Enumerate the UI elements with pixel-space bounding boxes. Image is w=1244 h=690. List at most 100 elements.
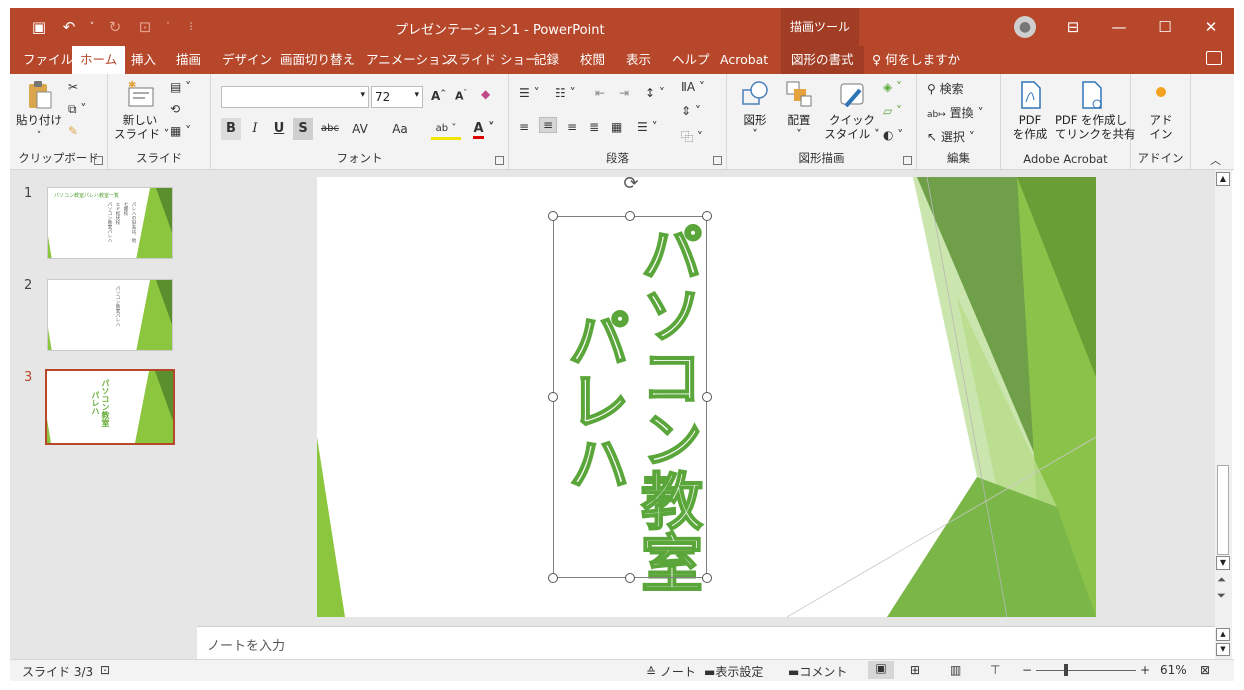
resize-handle[interactable] bbox=[625, 573, 635, 583]
select-button[interactable]: ↖ 選択 ˅ bbox=[927, 128, 975, 145]
clipboard-launcher-icon[interactable] bbox=[94, 156, 103, 165]
scroll-up-icon[interactable]: ▲ bbox=[1216, 172, 1230, 186]
slide-sorter-view-icon[interactable]: ⊞ bbox=[910, 663, 920, 677]
tab-record[interactable]: 記録 bbox=[534, 46, 559, 74]
tab-view[interactable]: 表示 bbox=[626, 46, 651, 74]
account-avatar-icon[interactable]: ● bbox=[1014, 16, 1036, 38]
drawing-launcher-icon[interactable] bbox=[903, 156, 912, 165]
shape-fill-icon[interactable]: ◈ ˅ bbox=[883, 80, 902, 94]
save-icon[interactable]: ▣ bbox=[28, 17, 50, 37]
notes-toggle-button[interactable]: ≙ ノート bbox=[646, 663, 696, 680]
tab-review[interactable]: 校閲 bbox=[580, 46, 605, 74]
zoom-in-icon[interactable]: + bbox=[1140, 663, 1150, 677]
accessibility-icon[interactable]: ⊡ bbox=[100, 663, 110, 677]
close-icon[interactable]: ✕ bbox=[1188, 8, 1234, 46]
paste-button[interactable]: 貼り付け ˅ bbox=[16, 80, 62, 143]
resize-handle[interactable] bbox=[702, 392, 712, 402]
qat-dropdown-icon[interactable]: ˅ bbox=[164, 17, 172, 37]
tab-draw[interactable]: 描画 bbox=[176, 46, 201, 74]
smartart-icon[interactable]: ⿻ ˅ bbox=[681, 128, 703, 145]
zoom-slider[interactable] bbox=[1036, 670, 1136, 671]
previous-slide-icon[interactable]: ⏶ bbox=[1217, 573, 1226, 587]
cut-icon[interactable]: ✂ bbox=[68, 80, 78, 94]
fit-to-window-icon[interactable]: ⊠ bbox=[1200, 663, 1210, 677]
slide-thumbnail[interactable]: パソコン教室パレハ教室一覧 パソコン教室パレハ エド松伏校 七郷校 パレハの旧名… bbox=[47, 187, 173, 259]
notes-scroll-up-icon[interactable]: ▲ bbox=[1216, 628, 1230, 641]
quick-styles-button[interactable]: クイック スタイル ˅ bbox=[823, 80, 881, 141]
font-name-dropdown-icon[interactable]: ▾ bbox=[360, 90, 365, 100]
bullets-icon[interactable]: ☰ ˅ bbox=[519, 86, 540, 100]
notes-pane[interactable]: ノートを入力 bbox=[197, 626, 1215, 659]
undo-dropdown-icon[interactable]: ˅ bbox=[88, 17, 96, 37]
italic-button[interactable]: I bbox=[245, 118, 265, 140]
tab-animations[interactable]: アニメーション bbox=[366, 46, 453, 74]
align-right-icon[interactable]: ≡ bbox=[567, 120, 577, 134]
bold-button[interactable]: B bbox=[221, 118, 241, 140]
minimize-icon[interactable]: — bbox=[1096, 8, 1142, 46]
layout-icon[interactable]: ▤ ˅ bbox=[170, 80, 191, 94]
font-size-combobox[interactable]: 72 ▾ bbox=[371, 86, 423, 108]
numbering-icon[interactable]: ☷ ˅ bbox=[555, 86, 576, 100]
distributed-icon[interactable]: ▦ bbox=[611, 120, 622, 134]
replace-button[interactable]: ab↦ 置換 ˅ bbox=[927, 104, 983, 121]
character-spacing-button[interactable]: AV bbox=[347, 118, 373, 140]
line-spacing-icon[interactable]: ↕ ˅ bbox=[645, 86, 665, 100]
grow-font-icon[interactable]: A^ bbox=[431, 89, 446, 103]
ribbon-display-options-icon[interactable]: ⊟ bbox=[1050, 8, 1096, 46]
customize-qat-icon[interactable]: ⫶ bbox=[180, 17, 202, 37]
maximize-icon[interactable]: ☐ bbox=[1142, 8, 1188, 46]
slide-thumbnail-selected[interactable]: パソコン教室 パレハ bbox=[45, 369, 175, 445]
font-color-icon[interactable]: A ˅ bbox=[467, 118, 501, 140]
reading-view-icon[interactable]: ▥ bbox=[950, 663, 961, 677]
resize-handle[interactable] bbox=[702, 573, 712, 583]
notes-scrollbar[interactable]: ▲ ▼ bbox=[1215, 626, 1232, 659]
addins-button[interactable]: アド イン bbox=[1139, 80, 1183, 141]
zoom-slider-thumb[interactable] bbox=[1064, 664, 1068, 676]
comments-icon[interactable] bbox=[1206, 51, 1222, 65]
resize-handle[interactable] bbox=[548, 573, 558, 583]
next-slide-icon[interactable]: ⏷ bbox=[1217, 589, 1226, 603]
vertical-scrollbar[interactable]: ▲ ▼ ⏶ ⏷ bbox=[1215, 170, 1232, 626]
font-name-combobox[interactable]: ▾ bbox=[221, 86, 369, 108]
tab-shape-format[interactable]: 図形の書式 bbox=[781, 46, 864, 74]
zoom-out-icon[interactable]: − bbox=[1022, 663, 1032, 677]
resize-handle[interactable] bbox=[548, 211, 558, 221]
copy-icon[interactable]: ⧉ ˅ bbox=[68, 102, 86, 117]
create-pdf-share-button[interactable]: PDF を作成し てリンクを共有 bbox=[1055, 80, 1136, 141]
tab-acrobat[interactable]: Acrobat bbox=[720, 46, 768, 74]
scroll-down-icon[interactable]: ▼ bbox=[1216, 556, 1230, 570]
scroll-thumb[interactable] bbox=[1217, 465, 1229, 555]
align-left-icon[interactable]: ≡ bbox=[519, 120, 529, 134]
increase-indent-icon[interactable]: ⇥ bbox=[619, 86, 629, 100]
underline-button[interactable]: U bbox=[269, 118, 289, 140]
font-launcher-icon[interactable] bbox=[495, 156, 504, 165]
columns-icon[interactable]: ☰ ˅ bbox=[637, 120, 658, 134]
justify-icon[interactable]: ≣ bbox=[589, 120, 599, 134]
resize-handle[interactable] bbox=[625, 211, 635, 221]
resize-handle[interactable] bbox=[548, 392, 558, 402]
format-painter-icon[interactable]: ✎ bbox=[68, 124, 78, 138]
tell-me-search[interactable]: ♀ 何をしますか bbox=[872, 46, 960, 74]
text-direction-icon[interactable]: ⅡA ˅ bbox=[681, 80, 705, 94]
arrange-button[interactable]: 配置 ˅ bbox=[779, 80, 819, 141]
zoom-level[interactable]: 61% bbox=[1160, 663, 1187, 677]
clear-formatting-icon[interactable]: ◆ bbox=[481, 87, 490, 101]
shape-outline-icon[interactable]: ▱ ˅ bbox=[883, 104, 902, 118]
redo-icon[interactable]: ↻ bbox=[104, 17, 126, 37]
align-text-icon[interactable]: ⇕ ˅ bbox=[681, 104, 701, 118]
slideshow-view-icon[interactable]: ⊤ bbox=[990, 663, 1000, 677]
shape-effects-icon[interactable]: ◐ ˅ bbox=[883, 128, 903, 142]
reset-icon[interactable]: ⟲ bbox=[170, 102, 180, 116]
find-button[interactable]: ⚲ 検索 bbox=[927, 80, 964, 97]
notes-scroll-down-icon[interactable]: ▼ bbox=[1216, 643, 1230, 656]
tab-design[interactable]: デザイン bbox=[222, 46, 272, 74]
textbox-selection[interactable]: ⟳ bbox=[548, 173, 712, 583]
paragraph-launcher-icon[interactable] bbox=[713, 156, 722, 165]
resize-handle[interactable] bbox=[702, 211, 712, 221]
tab-slideshow[interactable]: スライド ショー bbox=[446, 46, 537, 74]
shapes-button[interactable]: 図形 ˅ bbox=[735, 80, 775, 141]
tab-help[interactable]: ヘルプ bbox=[672, 46, 710, 74]
tab-file[interactable]: ファイル bbox=[23, 46, 73, 74]
tab-home[interactable]: ホーム bbox=[72, 46, 126, 74]
comments-button[interactable]: ▬コメント bbox=[788, 663, 847, 680]
